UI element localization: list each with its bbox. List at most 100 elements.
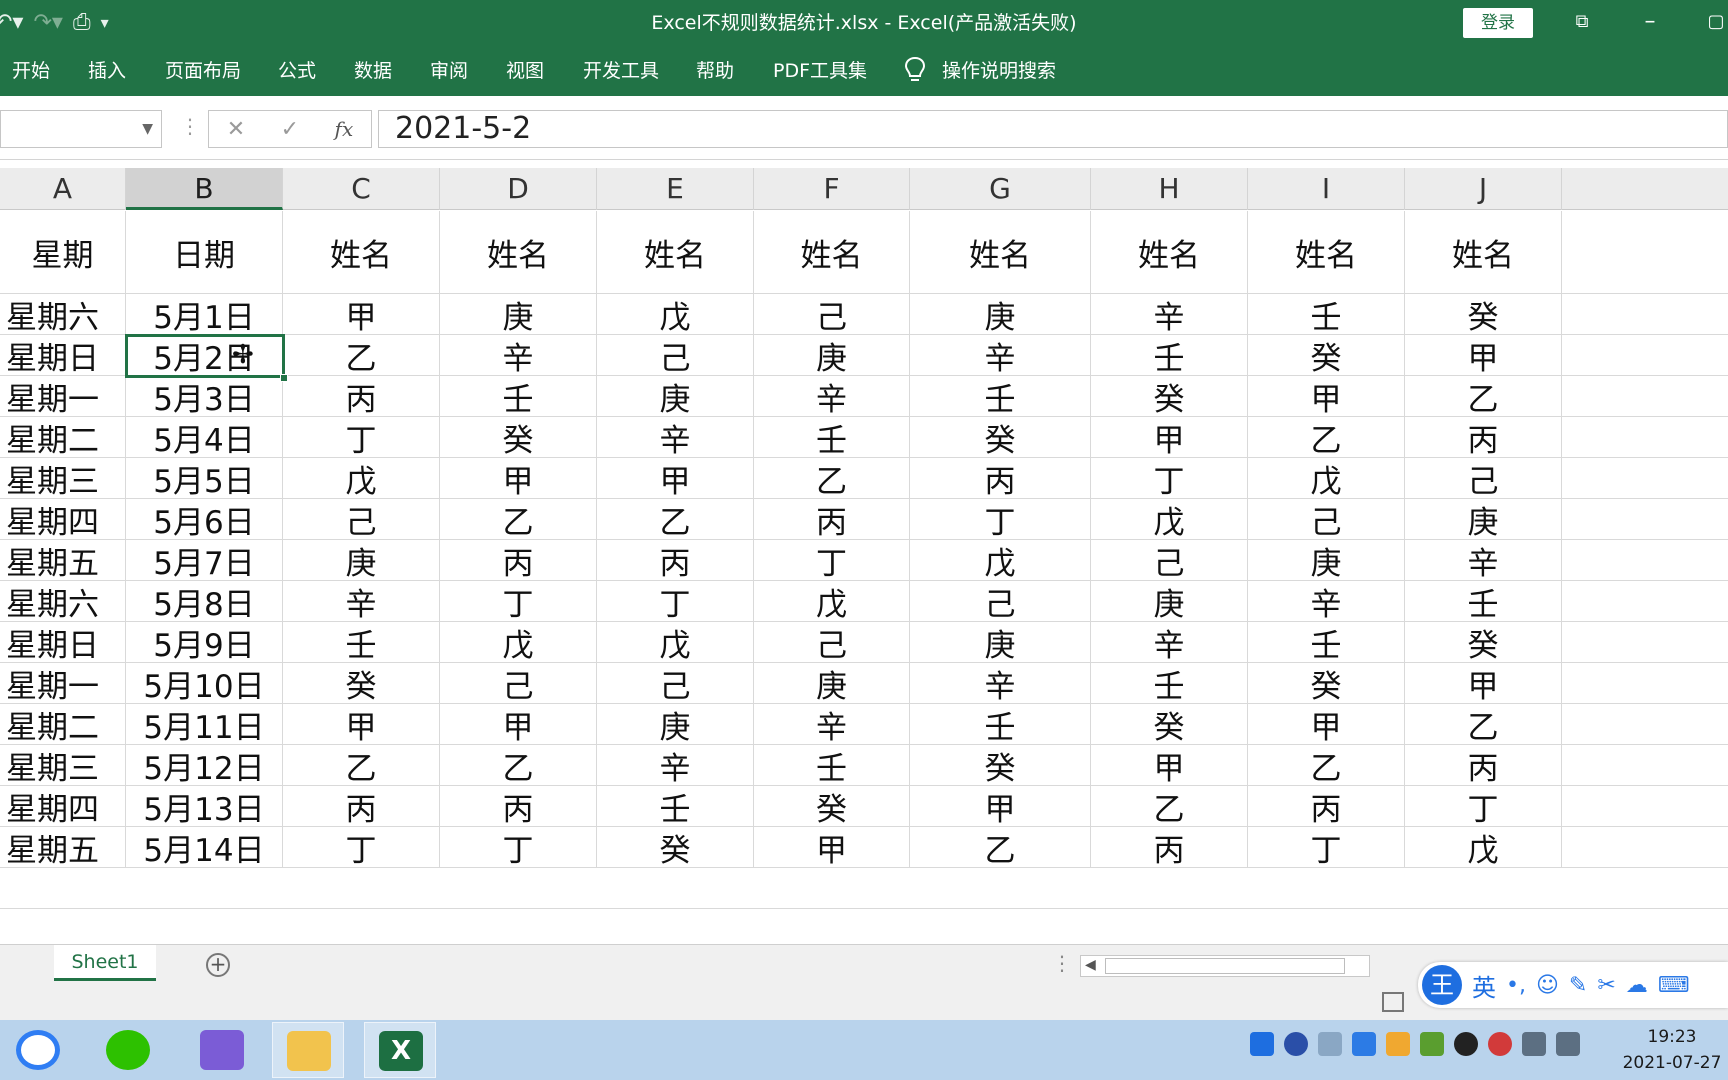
cell-f9[interactable]: 戊	[754, 581, 910, 623]
volume-tray-icon[interactable]	[1522, 1032, 1546, 1056]
cell-e12[interactable]: 庚	[597, 704, 754, 746]
cell-c14[interactable]: 丙	[283, 786, 440, 828]
cell-e7[interactable]: 乙	[597, 499, 754, 541]
column-header-d[interactable]: D	[440, 168, 597, 210]
cell-f3[interactable]: 庚	[754, 335, 910, 377]
cell-g10[interactable]: 庚	[910, 622, 1091, 664]
scissors-icon[interactable]: ✂	[1597, 973, 1615, 998]
cell-i15[interactable]: 丁	[1248, 827, 1405, 869]
cell-h12[interactable]: 癸	[1091, 704, 1248, 746]
cell-j13[interactable]: 丙	[1405, 745, 1562, 787]
tell-me-search[interactable]: 操作说明搜索	[942, 56, 1056, 83]
cell-h8[interactable]: 己	[1091, 540, 1248, 582]
ime-tray-icon[interactable]	[1250, 1032, 1274, 1056]
cell-i7[interactable]: 己	[1248, 499, 1405, 541]
tab-developer[interactable]: 开发工具	[583, 56, 659, 83]
keyboard-icon[interactable]: ⌨	[1658, 973, 1690, 998]
cell-h9[interactable]: 庚	[1091, 581, 1248, 623]
cell-f1[interactable]: 姓名	[754, 211, 910, 293]
cell-d12[interactable]: 甲	[440, 704, 597, 746]
scrollbar-thumb[interactable]	[1105, 958, 1345, 974]
cell-i3[interactable]: 癸	[1248, 335, 1405, 377]
cell-b11[interactable]: 5月10日	[126, 663, 283, 705]
cell-b10[interactable]: 5月9日	[126, 622, 283, 664]
cell-a8[interactable]: 星期五	[0, 540, 126, 582]
cell-g7[interactable]: 丁	[910, 499, 1091, 541]
cell-h15[interactable]: 丙	[1091, 827, 1248, 869]
punctuation-icon[interactable]: •,	[1506, 973, 1526, 998]
cell-j9[interactable]: 壬	[1405, 581, 1562, 623]
column-header-e[interactable]: E	[597, 168, 754, 210]
cell-h1[interactable]: 姓名	[1091, 211, 1248, 293]
cell-g6[interactable]: 丙	[910, 458, 1091, 500]
cell-e2[interactable]: 戊	[597, 294, 754, 336]
cell-h6[interactable]: 丁	[1091, 458, 1248, 500]
cell-c12[interactable]: 甲	[283, 704, 440, 746]
sheet-tab-sheet1[interactable]: Sheet1	[54, 945, 156, 981]
cell-e15[interactable]: 癸	[597, 827, 754, 869]
cell-c7[interactable]: 己	[283, 499, 440, 541]
tab-home[interactable]: 开始	[12, 56, 50, 83]
formula-bar-grip-icon[interactable]: ⋮	[180, 114, 200, 138]
cell-b7[interactable]: 5月6日	[126, 499, 283, 541]
column-header-i[interactable]: I	[1248, 168, 1405, 210]
cell-i6[interactable]: 戊	[1248, 458, 1405, 500]
cell-a1[interactable]: 星期	[0, 211, 126, 293]
tab-data[interactable]: 数据	[354, 56, 392, 83]
column-header-b[interactable]: B	[126, 168, 283, 210]
cell-a12[interactable]: 星期二	[0, 704, 126, 746]
cell-e11[interactable]: 己	[597, 663, 754, 705]
column-header-f[interactable]: F	[754, 168, 910, 210]
cell-f13[interactable]: 壬	[754, 745, 910, 787]
cell-i14[interactable]: 丙	[1248, 786, 1405, 828]
cell-a6[interactable]: 星期三	[0, 458, 126, 500]
cell-b13[interactable]: 5月12日	[126, 745, 283, 787]
chevron-down-icon[interactable]: ▼	[142, 121, 153, 137]
tab-view[interactable]: 视图	[506, 56, 544, 83]
cell-d10[interactable]: 戊	[440, 622, 597, 664]
add-sheet-icon[interactable]: +	[206, 953, 230, 977]
app-tray-icon[interactable]	[1386, 1032, 1410, 1056]
cell-d9[interactable]: 丁	[440, 581, 597, 623]
cell-a15[interactable]: 星期五	[0, 827, 126, 869]
tab-formulas[interactable]: 公式	[278, 56, 316, 83]
cell-a11[interactable]: 星期一	[0, 663, 126, 705]
cell-c11[interactable]: 癸	[283, 663, 440, 705]
cell-f12[interactable]: 辛	[754, 704, 910, 746]
cell-e5[interactable]: 辛	[597, 417, 754, 459]
taskbar-game-center[interactable]	[186, 1022, 258, 1078]
cell-j10[interactable]: 癸	[1405, 622, 1562, 664]
taskbar-baidu-netdisk[interactable]	[2, 1022, 74, 1078]
cloud-icon[interactable]: ☁	[1626, 973, 1648, 998]
cell-c2[interactable]: 甲	[283, 294, 440, 336]
cell-b8[interactable]: 5月7日	[126, 540, 283, 582]
cell-c4[interactable]: 丙	[283, 376, 440, 418]
ime-mode-toggle[interactable]: 英	[1472, 968, 1496, 1003]
qq-tray-icon[interactable]	[1454, 1032, 1478, 1056]
pen-icon[interactable]: ✎	[1569, 973, 1587, 998]
cell-j7[interactable]: 庚	[1405, 499, 1562, 541]
taskbar-excel[interactable]: X	[364, 1022, 436, 1078]
cell-b2[interactable]: 5月1日	[126, 294, 283, 336]
formula-input[interactable]: 2021-5-2	[378, 110, 1728, 148]
login-button[interactable]: 登录	[1463, 8, 1533, 38]
cell-e3[interactable]: 己	[597, 335, 754, 377]
normal-view-icon[interactable]	[1382, 992, 1404, 1012]
cell-h2[interactable]: 辛	[1091, 294, 1248, 336]
cell-g1[interactable]: 姓名	[910, 211, 1091, 293]
cell-h7[interactable]: 戊	[1091, 499, 1248, 541]
cell-a4[interactable]: 星期一	[0, 376, 126, 418]
cell-g12[interactable]: 壬	[910, 704, 1091, 746]
cell-f2[interactable]: 己	[754, 294, 910, 336]
cell-a13[interactable]: 星期三	[0, 745, 126, 787]
tab-split-grip-icon[interactable]: ⋮	[1052, 951, 1072, 975]
cell-e8[interactable]: 丙	[597, 540, 754, 582]
cell-g2[interactable]: 庚	[910, 294, 1091, 336]
taskbar-file-explorer[interactable]	[272, 1022, 344, 1078]
maximize-icon[interactable]: ▢	[1696, 6, 1728, 38]
cell-j1[interactable]: 姓名	[1405, 211, 1562, 293]
column-header-c[interactable]: C	[283, 168, 440, 210]
cell-g4[interactable]: 壬	[910, 376, 1091, 418]
cell-g14[interactable]: 甲	[910, 786, 1091, 828]
cell-b12[interactable]: 5月11日	[126, 704, 283, 746]
